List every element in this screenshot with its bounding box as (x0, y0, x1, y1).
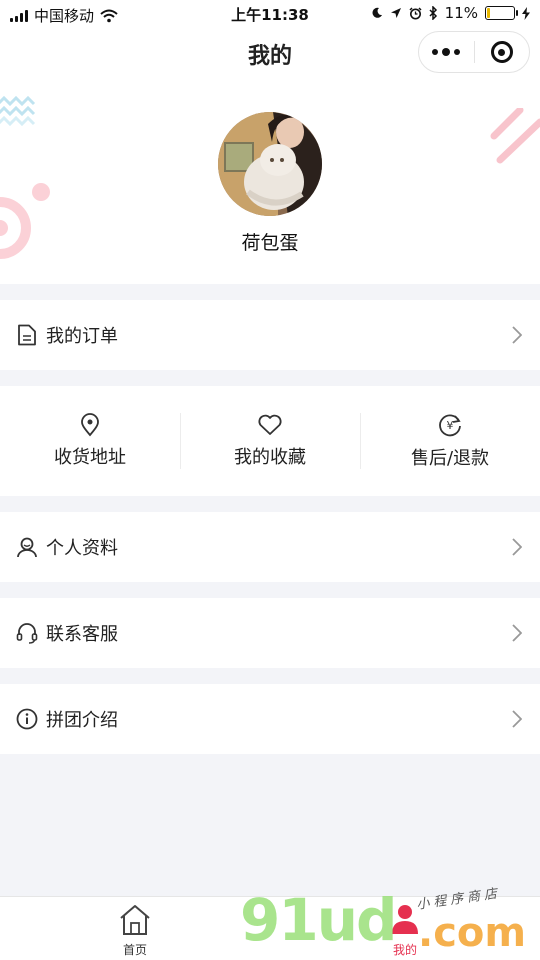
home-icon (118, 903, 152, 937)
personal-info-label: 个人资料 (46, 538, 118, 559)
group-buy-intro-row[interactable]: 拼团介绍 (0, 684, 540, 754)
avatar-photo (218, 112, 322, 216)
heart-icon (257, 413, 283, 437)
miniprogram-capsule (418, 31, 530, 73)
contact-support-label: 联系客服 (46, 624, 118, 645)
shipping-address-label: 收货地址 (54, 447, 126, 468)
info-icon (16, 708, 38, 730)
group-buy-intro-label: 拼团介绍 (46, 710, 118, 731)
refund-yen-icon: ¥ (437, 412, 463, 438)
zigzag-decoration-icon (0, 96, 36, 126)
target-icon (490, 41, 513, 63)
chevron-right-icon (502, 624, 532, 642)
tab-mine-label: 我的 (392, 943, 417, 957)
svg-text:¥: ¥ (447, 419, 454, 432)
profile-header: 荷包蛋 (0, 78, 540, 284)
battery-icon (485, 6, 518, 20)
tab-home[interactable]: 首页 (0, 897, 270, 960)
group-intro-card: 拼团介绍 (0, 684, 540, 754)
chevron-right-icon (502, 710, 532, 728)
alarm-icon (409, 6, 422, 19)
moon-icon (372, 7, 382, 18)
tab-home-label: 首页 (122, 943, 147, 957)
nav-bar: 我的 (0, 28, 540, 78)
my-orders-row[interactable]: 我的订单 (0, 300, 540, 370)
headset-icon (16, 622, 38, 644)
shipping-address-button[interactable]: 收货地址 (0, 413, 180, 469)
charging-icon (522, 6, 530, 20)
location-pin-icon (77, 413, 103, 437)
close-miniprogram-button[interactable] (474, 32, 529, 72)
battery-level (487, 8, 490, 18)
document-icon (16, 324, 38, 346)
status-bar: 中国移动 上午11:38 11% (0, 0, 540, 28)
more-options-button[interactable] (419, 32, 474, 72)
bluetooth-icon (429, 6, 437, 20)
user-nickname: 荷包蛋 (241, 232, 299, 254)
battery-percent: 11% (444, 4, 478, 22)
chevron-right-icon (502, 326, 532, 344)
my-orders-label: 我的订单 (46, 326, 118, 347)
stripes-decoration-icon (490, 108, 540, 164)
quick-actions-card: 收货地址 我的收藏 ¥ 售后/退款 (0, 386, 540, 496)
tab-bar: 首页 我的 (0, 896, 540, 960)
profile-info-card: 个人资料 (0, 512, 540, 582)
tab-mine[interactable]: 我的 (270, 897, 540, 960)
location-icon (390, 8, 401, 18)
after-sales-refund-button[interactable]: ¥ 售后/退款 (360, 413, 540, 469)
orders-card: 我的订单 (0, 300, 540, 370)
avatar[interactable] (218, 112, 322, 216)
my-favorites-label: 我的收藏 (234, 447, 306, 468)
after-sales-refund-label: 售后/退款 (410, 448, 490, 469)
user-icon (16, 536, 38, 558)
contact-support-row[interactable]: 联系客服 (0, 598, 540, 668)
my-favorites-button[interactable]: 我的收藏 (180, 413, 360, 469)
personal-info-row[interactable]: 个人资料 (0, 512, 540, 582)
chevron-right-icon (502, 538, 532, 556)
user-icon (388, 903, 422, 937)
support-card: 联系客服 (0, 598, 540, 668)
